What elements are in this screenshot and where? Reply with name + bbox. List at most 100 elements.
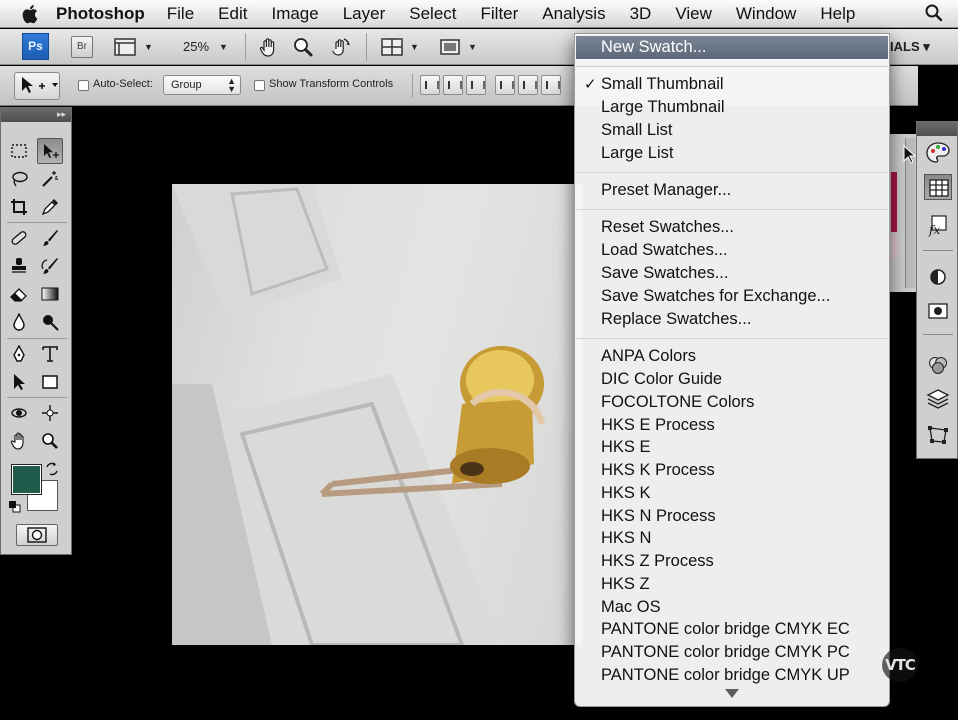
menu-replace-swatches[interactable]: Replace Swatches... xyxy=(576,308,888,331)
menu-library-item[interactable]: DIC Color Guide xyxy=(576,368,888,391)
collapse-arrows-icon[interactable]: ▸▸ xyxy=(57,109,66,120)
document-canvas-image[interactable] xyxy=(172,184,582,645)
menu-library-item[interactable]: HKS N Process xyxy=(576,505,888,528)
menu-large-thumbnail[interactable]: Large Thumbnail xyxy=(576,96,888,119)
zoom-level[interactable]: 25% xyxy=(183,39,209,54)
pen-tool[interactable] xyxy=(6,341,32,367)
crop-tool[interactable] xyxy=(6,194,32,220)
move-tool[interactable] xyxy=(37,138,63,164)
align-bottom-edges-button[interactable] xyxy=(466,75,486,95)
menu-library-item[interactable]: HKS Z Process xyxy=(576,550,888,573)
menu-select[interactable]: Select xyxy=(409,4,456,24)
masks-panel-button[interactable] xyxy=(924,298,952,324)
menu-library-item[interactable]: HKS K Process xyxy=(576,459,888,482)
blur-tool[interactable] xyxy=(6,309,32,335)
view-extras-dropdown-icon[interactable]: ▼ xyxy=(144,42,153,52)
show-transform-controls-checkbox[interactable] xyxy=(254,80,265,91)
menu-layer[interactable]: Layer xyxy=(343,4,386,24)
spot-healing-brush-tool[interactable] xyxy=(6,225,32,251)
menu-new-swatch[interactable]: New Swatch... xyxy=(576,36,888,59)
align-left-edges-button[interactable] xyxy=(495,75,515,95)
auto-select-dropdown[interactable]: Group ▲ ▼ xyxy=(163,75,241,95)
menu-load-swatches[interactable]: Load Swatches... xyxy=(576,239,888,262)
dock-header[interactable] xyxy=(917,122,957,136)
menu-library-item[interactable]: PANTONE color bridge CMYK EC xyxy=(576,618,888,641)
menu-library-item[interactable]: HKS K xyxy=(576,482,888,505)
apple-menu[interactable] xyxy=(0,0,56,28)
menu-image[interactable]: Image xyxy=(271,4,318,24)
path-selection-tool[interactable] xyxy=(6,369,32,395)
align-horizontal-centers-button[interactable] xyxy=(518,75,538,95)
menu-help[interactable]: Help xyxy=(820,4,855,24)
3d-orbit-tool[interactable] xyxy=(37,400,63,426)
type-tool[interactable] xyxy=(37,341,63,367)
menu-analysis[interactable]: Analysis xyxy=(542,4,605,24)
menu-library-item[interactable]: HKS N xyxy=(576,527,888,550)
rectangle-tool[interactable] xyxy=(37,369,63,395)
tool-preset-picker[interactable] xyxy=(14,72,60,100)
color-panel-button[interactable] xyxy=(924,140,952,166)
menu-reset-swatches[interactable]: Reset Swatches... xyxy=(576,216,888,239)
paths-panel-button[interactable] xyxy=(924,422,952,448)
swatches-panel-button[interactable] xyxy=(924,174,952,200)
quick-mask-button[interactable] xyxy=(16,524,58,546)
magic-wand-tool[interactable] xyxy=(37,166,63,192)
screen-mode-dropdown-icon[interactable]: ▼ xyxy=(468,42,477,52)
menu-app-photoshop[interactable]: Photoshop xyxy=(56,4,145,24)
menu-library-item[interactable]: FOCOLTONE Colors xyxy=(576,391,888,414)
3d-rotate-tool[interactable] xyxy=(6,400,32,426)
menu-library-item[interactable]: ANPA Colors xyxy=(576,345,888,368)
align-top-edges-button[interactable] xyxy=(420,75,440,95)
menu-edit[interactable]: Edit xyxy=(218,4,247,24)
workspace-switcher[interactable]: IALS ▾ xyxy=(890,39,930,55)
tools-panel-header[interactable]: ▸▸ xyxy=(1,108,71,122)
menu-small-thumbnail[interactable]: ✓ Small Thumbnail xyxy=(576,73,888,96)
menu-library-item[interactable]: HKS E xyxy=(576,436,888,459)
menu-3d[interactable]: 3D xyxy=(630,4,652,24)
default-colors-icon[interactable] xyxy=(8,500,22,514)
spotlight-search-icon[interactable] xyxy=(924,3,944,23)
arrange-documents-icon[interactable] xyxy=(380,36,404,58)
lasso-tool[interactable] xyxy=(6,166,32,192)
brush-tool[interactable] xyxy=(37,225,63,251)
foreground-color-swatch[interactable] xyxy=(11,464,42,495)
menu-large-list[interactable]: Large List xyxy=(576,142,888,165)
styles-panel-button[interactable]: fx xyxy=(924,212,952,238)
menu-library-item[interactable]: HKS E Process xyxy=(576,414,888,437)
menu-library-item[interactable]: HKS Z xyxy=(576,573,888,596)
zoom-dropdown-icon[interactable]: ▼ xyxy=(219,42,228,52)
menu-small-list[interactable]: Small List xyxy=(576,119,888,142)
menu-library-item[interactable]: PANTONE color bridge CMYK UP xyxy=(576,664,888,687)
eyedropper-tool[interactable] xyxy=(37,194,63,220)
menu-file[interactable]: File xyxy=(167,4,194,24)
clone-stamp-tool[interactable] xyxy=(6,253,32,279)
menu-save-swatches-exchange[interactable]: Save Swatches for Exchange... xyxy=(576,285,888,308)
rotate-view-tool-icon[interactable] xyxy=(328,36,352,58)
hand-tool[interactable] xyxy=(6,428,32,454)
launch-bridge-button[interactable]: Br xyxy=(71,36,93,58)
menu-library-item[interactable]: PANTONE color bridge CMYK PC xyxy=(576,641,888,664)
menu-preset-manager[interactable]: Preset Manager... xyxy=(576,179,888,202)
swap-colors-icon[interactable] xyxy=(45,462,59,476)
menu-view[interactable]: View xyxy=(675,4,712,24)
screen-mode-icon[interactable] xyxy=(438,36,462,58)
align-right-edges-button[interactable] xyxy=(541,75,561,95)
align-vertical-centers-button[interactable] xyxy=(443,75,463,95)
dodge-tool[interactable] xyxy=(37,309,63,335)
menu-save-swatches[interactable]: Save Swatches... xyxy=(576,262,888,285)
hand-tool-icon[interactable] xyxy=(258,36,280,58)
auto-select-checkbox[interactable] xyxy=(78,80,89,91)
menu-filter[interactable]: Filter xyxy=(481,4,519,24)
zoom-tool-icon[interactable] xyxy=(292,36,314,58)
arrange-dropdown-icon[interactable]: ▼ xyxy=(410,42,419,52)
rectangular-marquee-tool[interactable] xyxy=(6,138,32,164)
history-brush-tool[interactable] xyxy=(37,253,63,279)
eraser-tool[interactable] xyxy=(6,281,32,307)
menu-scroll-down-icon[interactable] xyxy=(725,689,739,698)
adjustments-panel-button[interactable] xyxy=(924,264,952,290)
zoom-tool[interactable] xyxy=(37,428,63,454)
menu-window[interactable]: Window xyxy=(736,4,796,24)
view-extras-icon[interactable] xyxy=(113,36,137,58)
menu-library-item[interactable]: Mac OS xyxy=(576,596,888,619)
channels-panel-button[interactable] xyxy=(924,352,952,378)
